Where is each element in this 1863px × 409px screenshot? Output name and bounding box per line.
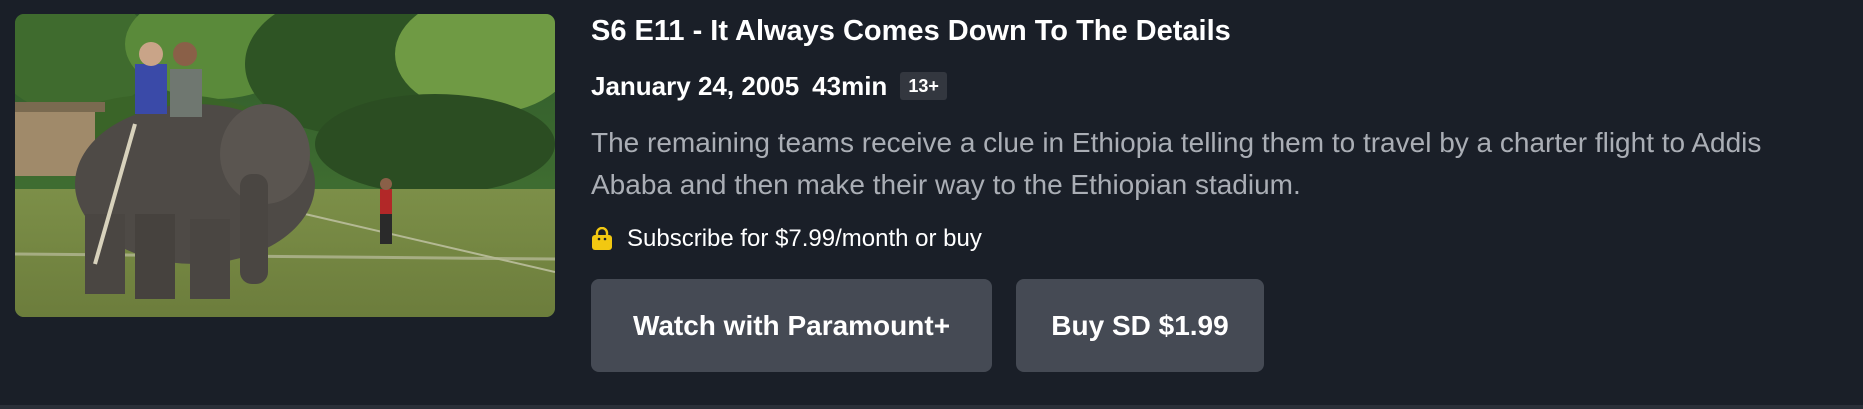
- episode-meta: January 24, 2005 43min 13+: [591, 69, 947, 103]
- divider: [0, 405, 1863, 409]
- duration: 43min: [812, 71, 888, 101]
- offer-text: Subscribe for $7.99/month or buy: [627, 225, 982, 252]
- air-date: January 24, 2005: [591, 71, 800, 101]
- episode-title[interactable]: S6 E11 - It Always Comes Down To The Det…: [591, 12, 1231, 50]
- buy-sd-button[interactable]: Buy SD $1.99: [1016, 279, 1264, 372]
- subscription-offer: Subscribe for $7.99/month or buy: [591, 224, 982, 254]
- shopping-bag-icon: [591, 226, 613, 251]
- episode-thumbnail[interactable]: [15, 14, 555, 317]
- watch-with-paramount-button[interactable]: Watch with Paramount+: [591, 279, 992, 372]
- maturity-rating-badge: 13+: [900, 72, 947, 100]
- thumbnail-image: [15, 14, 555, 317]
- episode-card: S6 E11 - It Always Comes Down To The Det…: [0, 0, 1863, 409]
- episode-description: The remaining teams receive a clue in Et…: [591, 127, 1762, 200]
